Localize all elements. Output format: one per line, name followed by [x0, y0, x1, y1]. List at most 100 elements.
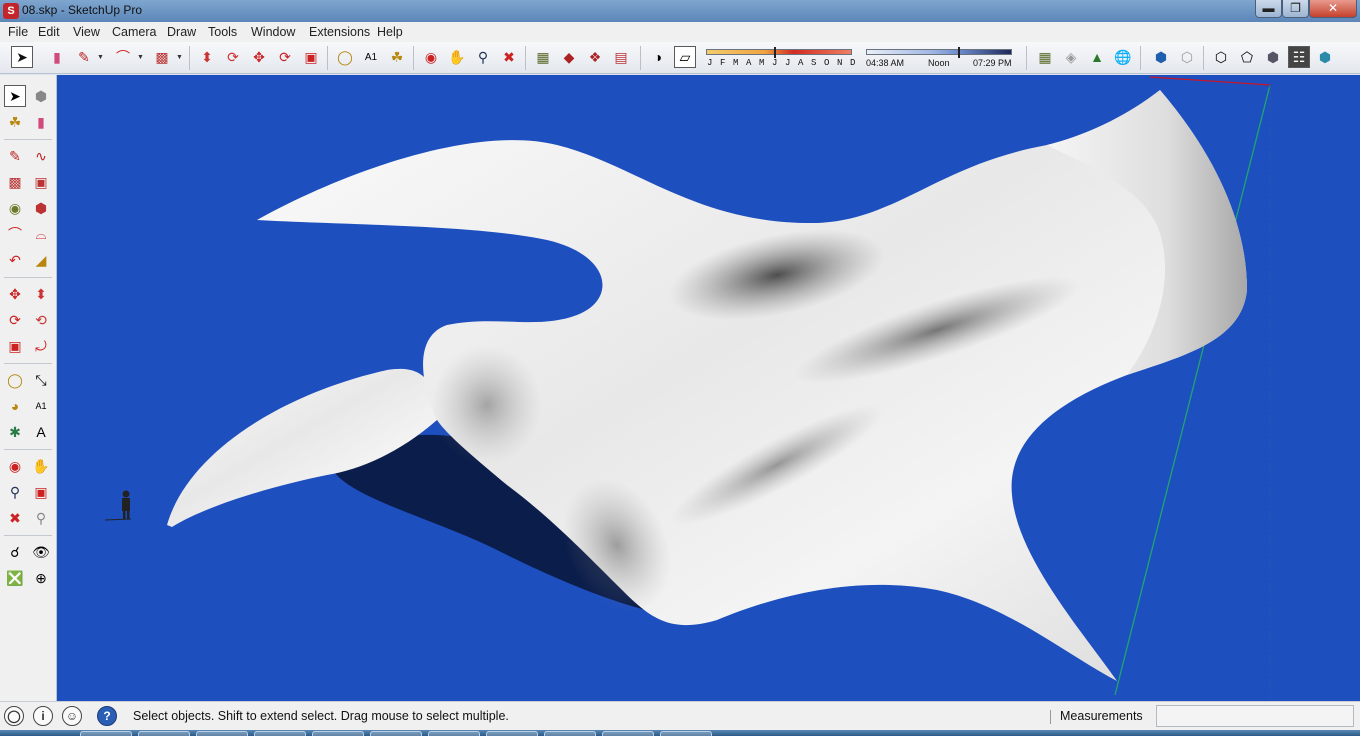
geo-location-icon[interactable]: ◯ — [4, 706, 24, 726]
orbit-button[interactable]: ◉ — [420, 46, 442, 68]
credits-icon[interactable]: i — [33, 706, 53, 726]
taskbar-item[interactable] — [312, 731, 364, 736]
taskbar-item[interactable] — [80, 731, 132, 736]
scale-tool[interactable]: ▣ — [4, 335, 26, 357]
tape-measure-tool[interactable]: ◯ — [4, 369, 26, 391]
taskbar-item[interactable] — [602, 731, 654, 736]
minimize-button[interactable]: ▬ — [1255, 0, 1282, 18]
zoom-extents-button[interactable]: ✖ — [498, 46, 520, 68]
circle-tool[interactable]: ◉ — [4, 197, 26, 219]
add-location-button[interactable]: ▦ — [1034, 46, 1056, 68]
eraser-tool[interactable]: ▮ — [30, 111, 52, 133]
user-account-icon[interactable]: ☺ — [62, 706, 82, 726]
shadow-date-slider[interactable]: J F M A M J J A S O N D — [706, 47, 855, 71]
monochrome-style-button[interactable]: ⬢ — [1314, 46, 1336, 68]
display-shadows-toggle[interactable]: ▱ — [674, 46, 696, 68]
move-button[interactable]: ✥ — [248, 46, 270, 68]
line-tool-button[interactable]: ✎ — [73, 46, 95, 68]
maximize-button[interactable]: ❐ — [1282, 0, 1309, 18]
3d-text-tool[interactable]: A — [30, 421, 52, 443]
pan-button[interactable]: ✋ — [446, 46, 468, 68]
walk-tool[interactable]: ❎ — [4, 567, 26, 589]
line-dropdown-icon[interactable]: ▼ — [97, 54, 104, 61]
follow-me-button[interactable]: ⟳ — [222, 46, 244, 68]
rotated-rectangle-tool[interactable]: ▣ — [30, 171, 52, 193]
two-point-arc-tool[interactable]: ⌓ — [30, 223, 52, 245]
dimension-tool[interactable]: ⤡ — [30, 369, 52, 391]
rotate-tool[interactable]: ⟳ — [4, 309, 26, 331]
offset-tool[interactable]: ⤾ — [30, 335, 52, 357]
text-tool[interactable]: A1 — [30, 395, 52, 417]
select-tool[interactable]: ➤ — [4, 85, 26, 107]
rectangle-tool-button[interactable]: ▩ — [151, 46, 173, 68]
pie-tool[interactable]: ◢ — [30, 249, 52, 271]
help-icon[interactable]: ? — [97, 706, 117, 726]
zoom-tool[interactable]: ⚲ — [4, 481, 26, 503]
scale-figure[interactable] — [104, 490, 132, 521]
protractor-tool[interactable]: ◕ — [4, 395, 26, 417]
photo-textures-button[interactable]: ▲ — [1086, 46, 1108, 68]
position-camera-tool[interactable]: ☌ — [4, 541, 26, 563]
make-component-tool[interactable]: ⬢ — [30, 85, 52, 107]
select-tool-button[interactable]: ➤ — [11, 46, 33, 68]
preview-in-earth-button[interactable]: 🌐 — [1112, 46, 1134, 68]
text-button[interactable]: A1 — [360, 46, 382, 68]
taskbar-item[interactable] — [254, 731, 306, 736]
follow-me-tool[interactable]: ⟲ — [30, 309, 52, 331]
share-component-button[interactable]: ❖ — [584, 46, 606, 68]
zoom-button[interactable]: ⚲ — [472, 46, 494, 68]
arc-tool[interactable]: ⌒ — [4, 223, 26, 245]
rotate-button[interactable]: ⟳ — [274, 46, 296, 68]
menu-file[interactable]: File — [8, 25, 28, 39]
freehand-tool[interactable]: ∿ — [30, 145, 52, 167]
rectangle-tool[interactable]: ▩ — [4, 171, 26, 193]
shadows-settings-button[interactable]: ◑ — [647, 46, 669, 68]
time-slider-thumb[interactable] — [958, 47, 960, 58]
shadow-time-slider[interactable]: 04:38 AM Noon 07:29 PM — [866, 47, 1012, 71]
taskbar-item[interactable] — [486, 731, 538, 736]
move-tool[interactable]: ✥ — [4, 283, 26, 305]
push-pull-button[interactable]: ⬍ — [196, 46, 218, 68]
push-pull-tool[interactable]: ⬍ — [30, 283, 52, 305]
close-button[interactable]: ✕ — [1309, 0, 1357, 18]
menu-extensions[interactable]: Extensions — [309, 25, 370, 39]
get-models-button[interactable]: ▦ — [532, 46, 554, 68]
paint-bucket-button[interactable]: ☘ — [386, 46, 408, 68]
menu-tools[interactable]: Tools — [208, 25, 237, 39]
menu-help[interactable]: Help — [377, 25, 403, 39]
zoom-window-tool[interactable]: ▣ — [30, 481, 52, 503]
taskbar-item[interactable] — [428, 731, 480, 736]
menu-draw[interactable]: Draw — [167, 25, 196, 39]
toggle-terrain-button[interactable]: ◈ — [1060, 46, 1082, 68]
menu-window[interactable]: Window — [251, 25, 295, 39]
back-edges-style-button[interactable]: ⬡ — [1176, 46, 1198, 68]
taskbar-item[interactable] — [544, 731, 596, 736]
extension-warehouse-button[interactable]: ▤ — [610, 46, 632, 68]
line-tool[interactable]: ✎ — [4, 145, 26, 167]
taskbar-item[interactable] — [660, 731, 712, 736]
rectangle-dropdown-icon[interactable]: ▼ — [176, 54, 183, 61]
scale-button[interactable]: ▣ — [300, 46, 322, 68]
three-point-arc-tool[interactable]: ↶ — [4, 249, 26, 271]
axes-tool[interactable]: ✱ — [4, 421, 26, 443]
xray-style-button[interactable]: ⬢ — [1150, 46, 1172, 68]
tape-measure-button[interactable]: ◯ — [334, 46, 356, 68]
date-slider-thumb[interactable] — [774, 47, 776, 58]
taskbar-item[interactable] — [370, 731, 422, 736]
zoom-extents-tool[interactable]: ✖ — [4, 507, 26, 529]
measurements-input[interactable] — [1156, 705, 1354, 727]
taskbar-item[interactable] — [196, 731, 248, 736]
eraser-tool-button[interactable]: ▮ — [46, 46, 68, 68]
shaded-style-button[interactable]: ⬢ — [1262, 46, 1284, 68]
wireframe-style-button[interactable]: ⬡ — [1210, 46, 1232, 68]
previous-view-tool[interactable]: ⚲ — [30, 507, 52, 529]
look-around-tool[interactable]: 👁 — [30, 541, 52, 563]
model-viewport[interactable] — [57, 75, 1360, 701]
polygon-tool[interactable]: ⬢ — [30, 197, 52, 219]
orbit-tool[interactable]: ◉ — [4, 455, 26, 477]
sketchup-icon[interactable]: S — [3, 3, 19, 19]
paint-bucket-tool[interactable]: ☘ — [4, 111, 26, 133]
taskbar-item[interactable] — [138, 731, 190, 736]
pan-tool[interactable]: ✋ — [30, 455, 52, 477]
hidden-line-style-button[interactable]: ⬠ — [1236, 46, 1258, 68]
